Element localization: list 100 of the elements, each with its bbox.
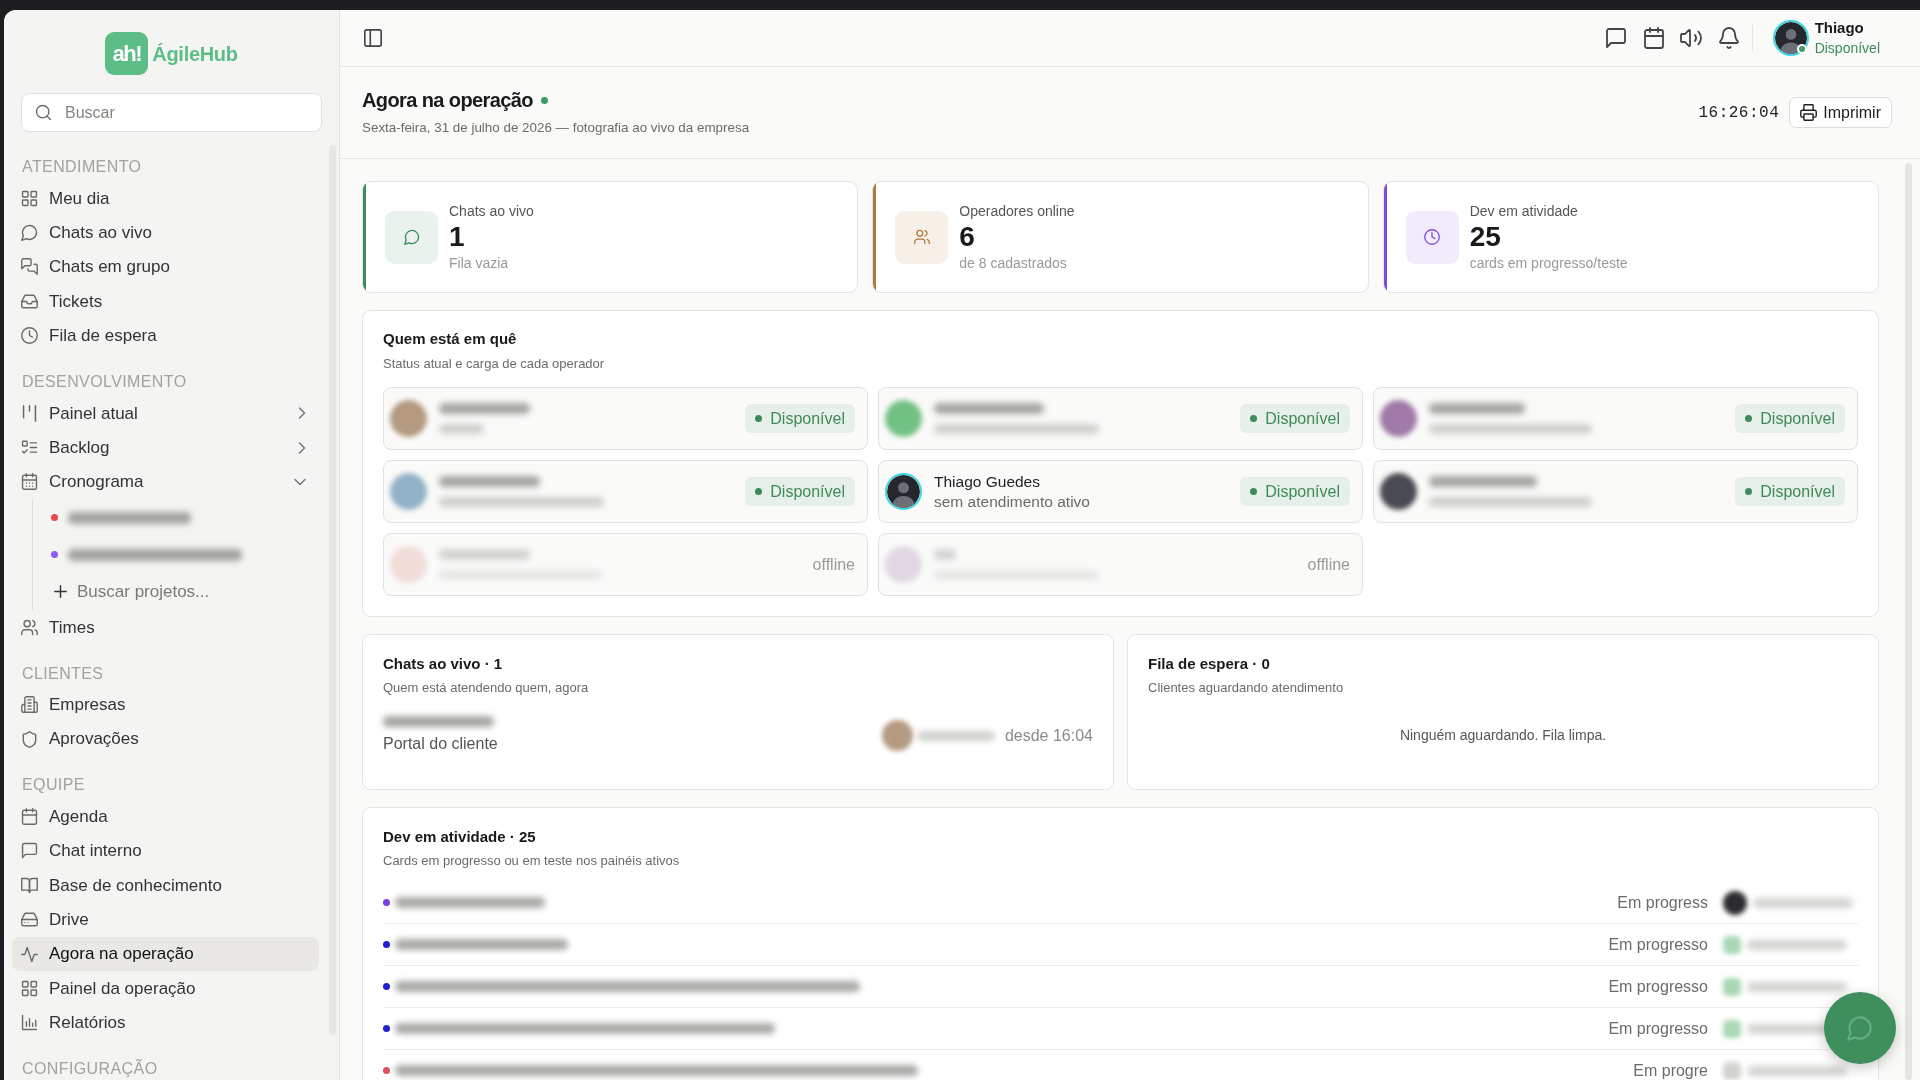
chevron-right-icon[interactable] — [297, 406, 307, 421]
stat-value: 6 — [959, 222, 976, 252]
sidebar-item[interactable]: Agenda — [12, 799, 319, 834]
stat-value: 25 — [1469, 222, 1502, 252]
card-title: Fila de espera · 0 — [1148, 654, 1271, 674]
status-dot-icon — [1250, 488, 1258, 495]
clock-text: 16:26:04 — [1698, 102, 1780, 123]
sidebar-item[interactable]: Agora na operação — [12, 936, 319, 972]
sidebar-item[interactable]: Relatórios — [12, 1005, 319, 1041]
chevron-down-icon[interactable] — [293, 476, 307, 487]
card-subtitle: Status atual e carga de cada operador — [383, 355, 606, 373]
sidebar-item[interactable]: Painel atual — [12, 395, 319, 431]
sidebar-item[interactable]: Chats em grupo — [12, 249, 319, 285]
sidebar-item[interactable]: Backlog — [12, 430, 319, 465]
blurred-text — [439, 424, 484, 434]
chat-bubble-icon — [1847, 1015, 1873, 1041]
card-title: Quem está em quê — [383, 329, 518, 349]
status-dot-icon — [755, 488, 763, 495]
sidebar-item[interactable]: Tickets — [12, 284, 319, 319]
stat-label: Dev em atividade — [1469, 202, 1579, 220]
avatar-icon[interactable] — [1772, 20, 1809, 56]
speaker-icon[interactable] — [1680, 27, 1703, 49]
blurred-avatar-icon — [1723, 1019, 1741, 1038]
status-text: Em progress — [1617, 892, 1708, 913]
user-name: Thiago — [1814, 18, 1865, 38]
stat-note: de 8 cadastrados — [959, 254, 1068, 272]
blurred-avatar-icon — [1723, 890, 1747, 915]
sidebar-toggle-icon[interactable] — [363, 28, 383, 48]
calendar-icon[interactable] — [1642, 27, 1665, 49]
logo-mark: ah! — [105, 32, 149, 75]
card-subtitle: Clientes aguardando atendimento — [1148, 679, 1345, 697]
print-button[interactable]: Imprimir — [1789, 97, 1892, 128]
search-field[interactable]: Buscar — [21, 93, 322, 132]
people-icon — [21, 618, 38, 636]
section-heading: CONFIGURAÇÃO — [21, 1059, 159, 1080]
status-text: Disponível — [1760, 481, 1835, 502]
sidebar-item[interactable]: Painel da operação — [12, 971, 319, 1006]
people-icon — [895, 210, 949, 264]
page-title: Agora na operação — [362, 88, 533, 112]
logo-name: ÁgileHub — [152, 41, 238, 66]
shield-icon — [21, 730, 38, 748]
status-text: Em progre — [1633, 1060, 1708, 1080]
sidebar-item[interactable]: Base de conhecimento — [12, 868, 319, 903]
sidebar-item[interactable]: Times — [12, 610, 319, 645]
empty-message: Ninguém aguardando. Fila limpa. — [1398, 727, 1608, 745]
blurred-text — [934, 549, 956, 560]
operator-detail: sem atendimento ativo — [934, 491, 1090, 512]
status-dot-icon — [1745, 488, 1753, 495]
status-dot-icon — [1250, 415, 1258, 422]
blurred-avatar-icon — [1723, 935, 1741, 954]
status-text: Em progresso — [1608, 976, 1708, 997]
sidebar-item[interactable]: Drive — [12, 902, 319, 937]
stat-note: Fila vazia — [449, 254, 510, 272]
blurred-avatar-icon — [1723, 1061, 1741, 1080]
status-text: offline — [812, 554, 855, 575]
sidebar-item[interactable]: Aprovações — [12, 721, 319, 757]
chat-bubble-icon — [21, 224, 38, 242]
card-subtitle: Cards em progresso ou em teste nos painéis ativos — [383, 852, 681, 870]
card-title: Dev em atividade · 25 — [383, 827, 537, 847]
search-projects-link[interactable]: Buscar projetos... — [33, 573, 319, 611]
blurred-avatar-icon — [881, 720, 913, 751]
status-text: Disponível — [1265, 481, 1340, 502]
sidebar-item[interactable]: Empresas — [12, 687, 319, 722]
grid-icon — [21, 979, 38, 997]
section-heading: ATENDIMENTO — [21, 157, 143, 177]
operator-name: Thiago Guedes — [934, 471, 1040, 492]
status-text: Em progresso — [1608, 1018, 1708, 1039]
stat-note: cards em progresso/teste — [1469, 254, 1628, 272]
printer-icon — [1800, 104, 1818, 121]
section-heading: DESENVOLVIMENTO — [21, 371, 188, 392]
pulse-icon — [21, 945, 38, 963]
clock-icon — [21, 327, 38, 345]
sidebar-item[interactable]: Chats ao vivo — [12, 215, 319, 250]
stat-value: 1 — [449, 222, 466, 252]
bell-icon[interactable] — [1717, 27, 1740, 49]
chat-since: desde 16:04 — [1004, 725, 1093, 746]
section-heading: EQUIPE — [21, 775, 86, 796]
chevron-right-icon[interactable] — [297, 440, 307, 455]
tray-icon — [21, 292, 38, 310]
chat-bubble-icon — [21, 842, 38, 860]
status-text: Disponível — [1760, 408, 1835, 429]
columns-icon — [21, 404, 38, 422]
sidebar-item[interactable]: Meu dia — [12, 181, 319, 216]
status-text: offline — [1307, 554, 1350, 575]
stat-label: Chats ao vivo — [449, 202, 534, 220]
sidebar-item[interactable]: Fila de espera — [12, 318, 319, 353]
sidebar-item[interactable]: Chat interno — [12, 833, 319, 869]
sidebar-item[interactable]: Cronograma — [12, 464, 319, 500]
stat-label: Operadores online — [959, 202, 1075, 220]
clock-icon — [1405, 210, 1459, 264]
section-heading: CLIENTES — [21, 663, 105, 684]
calendar-icon — [21, 473, 38, 491]
scrollbar-thumb[interactable] — [1905, 163, 1912, 1080]
calendar-icon — [21, 808, 38, 825]
card-title: Chats ao vivo · 1 — [383, 654, 504, 674]
status-text: Disponível — [770, 481, 845, 502]
chat-bubbles-icon — [21, 258, 38, 276]
chat-bubble-icon[interactable] — [1605, 27, 1628, 49]
page-subtitle: Sexta-feira, 31 de julho de 2026 — fotografia ao vivo da empresa — [362, 119, 750, 137]
building-icon — [21, 696, 38, 714]
